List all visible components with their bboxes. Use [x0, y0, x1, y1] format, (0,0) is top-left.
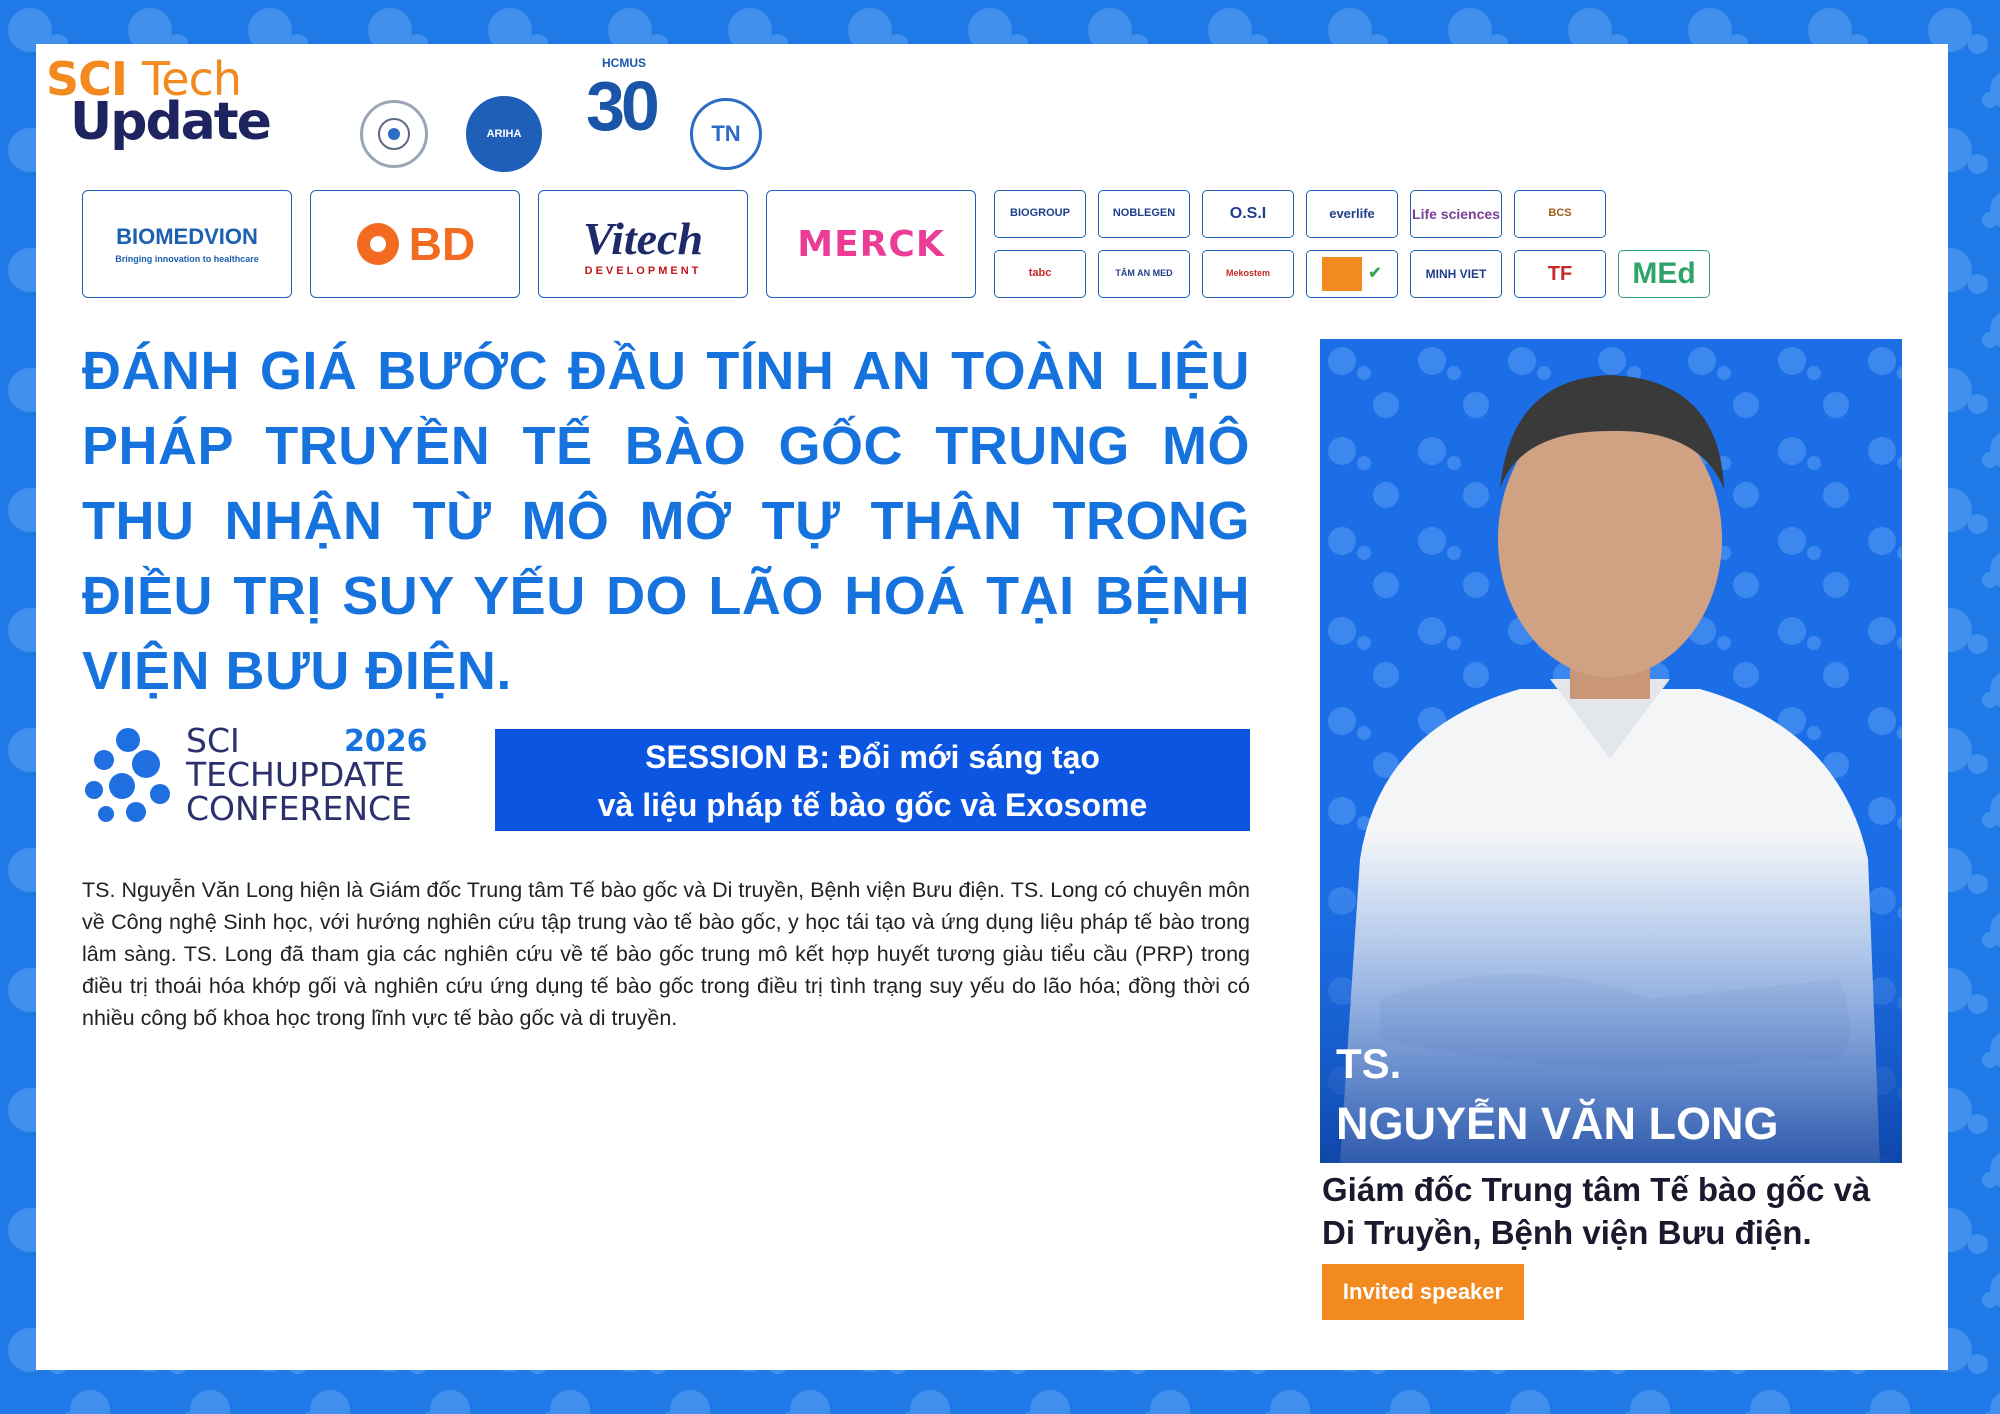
invited-speaker-badge: Invited speaker — [1322, 1264, 1524, 1320]
check-icon: ✔ — [1368, 264, 1382, 282]
sponsor-tf: TF — [1514, 250, 1606, 298]
sponsor-noblegen: NOBLEGEN — [1098, 190, 1190, 238]
sponsor-biogroup: BIOGROUP — [994, 190, 1086, 238]
sponsor-tabc: tabc — [994, 250, 1086, 298]
conference-year: 2026 — [344, 724, 428, 759]
sponsor-vitech-sub: DEVELOPMENT — [584, 264, 702, 277]
sponsor-vitech: Vitech DEVELOPMENT — [538, 190, 748, 298]
bd-sun-icon — [356, 223, 399, 265]
conference-line3: CONFERENCE — [186, 789, 412, 828]
sponsor-merck: MERCK — [766, 190, 976, 298]
sponsor-biomedvion: BIOMEDVION Bringing innovation to health… — [82, 190, 292, 298]
hcmus-number: 30 — [586, 67, 660, 145]
speaker-title: TS. — [1336, 1040, 1402, 1087]
molecule-icon — [85, 728, 170, 822]
sponsor-med: MEd — [1618, 250, 1710, 298]
tn-logo: TN — [690, 98, 762, 170]
sponsor-bd-name: BD — [408, 218, 476, 270]
sponsor-merck-name: MERCK — [797, 223, 945, 265]
sponsor-orange-block — [1322, 257, 1363, 291]
session-line2: và liệu pháp tế bào gốc và Exosome — [597, 787, 1148, 823]
session-line1: SESSION B: Đổi mới sáng tạo — [645, 739, 1100, 775]
conference-line2: TECHUPDATE — [186, 755, 405, 794]
conference-logo: SCI TECHUPDATE CONFERENCE 2026 — [80, 724, 428, 828]
sponsor-biomedvion-tagline: Bringing innovation to healthcare — [115, 254, 259, 264]
tn-label: TN — [711, 121, 741, 146]
session-banner: SESSION B: Đổi mới sáng tạo và liệu pháp… — [495, 729, 1250, 831]
speaker-role: Giám đốc Trung tâm Tế bào gốc và Di Truy… — [1322, 1168, 1912, 1254]
sponsor-osi: O.S.I — [1202, 190, 1294, 238]
sponsor-tam-an-med: TÂM AN MED — [1098, 250, 1190, 298]
sponsor-minh-viet: MINH VIET — [1410, 250, 1502, 298]
sponsor-life-sciences: Life sciences — [1410, 190, 1502, 238]
sponsor-vitech-name: Vitech — [582, 212, 704, 264]
ariha-logo: ARIHA — [466, 96, 542, 172]
talk-title: ĐÁNH GIÁ BƯỚC ĐẦU TÍNH AN TOÀN LIỆU PHÁP… — [82, 341, 1250, 701]
speaker-bio: TS. Nguyễn Văn Long hiện là Giám đốc Tru… — [82, 878, 1250, 1030]
institute-icon — [378, 118, 410, 150]
speaker-role-line2: Di Truyền, Bệnh viện Bưu điện. — [1322, 1214, 1812, 1251]
speaker-role-line1: Giám đốc Trung tâm Tế bào gốc và — [1322, 1171, 1871, 1208]
sponsor-bcs: BCS — [1514, 190, 1606, 238]
institute-logo — [360, 100, 428, 168]
hcmus-30-logo: HCMUS 30 — [582, 56, 678, 156]
sponsor-bd: BD — [310, 190, 520, 298]
sponsor-mekostem: Mekostem — [1202, 250, 1294, 298]
ariha-label: ARIHA — [486, 128, 522, 140]
sponsor-biomedvion-name: BIOMEDVION — [116, 224, 258, 249]
speaker-name: NGUYỄN VĂN LONG — [1336, 1098, 1779, 1149]
sponsor-everlife: everlife — [1306, 190, 1398, 238]
scitech-update-logo: SCI Tech Update — [46, 52, 286, 172]
sponsor-orange-logo: ✔ — [1306, 250, 1398, 298]
speaker-portrait — [1320, 339, 1902, 1163]
brand-update: Update — [70, 92, 272, 152]
speaker-photo — [1320, 339, 1902, 1163]
